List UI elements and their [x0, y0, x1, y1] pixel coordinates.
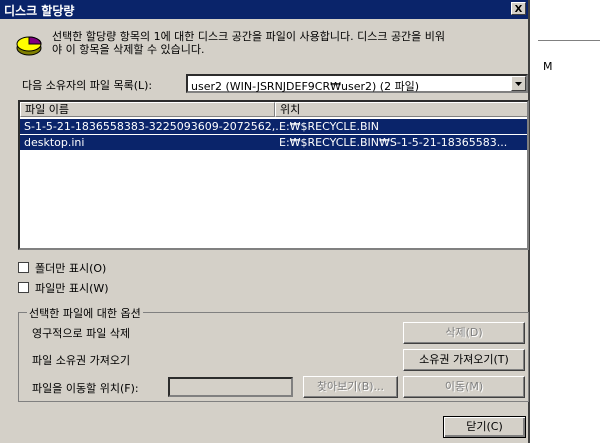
files-only-label: 파일만 표시(W) [35, 282, 109, 295]
column-header-filename[interactable]: 파일 이름 [20, 102, 275, 117]
folders-only-label: 폴더만 표시(O) [35, 262, 107, 275]
disk-quota-dialog: 디스크 할당량 X 선택한 할당량 항목의 1에 대한 디스크 공간을 파일이 … [0, 0, 530, 443]
take-ownership-button[interactable]: 소유권 가져오기(T) [403, 349, 525, 371]
delete-label: 영구적으로 파일 삭제 [32, 327, 131, 340]
dropdown-button[interactable] [511, 76, 526, 91]
table-row[interactable]: S-1-5-21-1836558383-3225093609-2072562,.… [20, 119, 527, 134]
close-window-button[interactable]: X [511, 2, 526, 15]
column-header-location[interactable]: 위치 [275, 102, 527, 117]
group-title: 선택한 파일에 대한 옵션 [27, 305, 143, 321]
delete-button[interactable]: 삭제(D) [403, 322, 525, 344]
owner-label: 다음 소유자의 파일 목록(L): [22, 79, 153, 92]
description-text: 선택한 할당량 항목의 1에 대한 디스크 공간을 파일이 사용합니다. 디스크… [52, 30, 446, 56]
chevron-down-icon [515, 82, 522, 86]
cell-location: E:₩$RECYCLE.BIN₩S-1-5-21-18365583... [279, 136, 508, 149]
file-list[interactable]: 파일 이름 위치 S-1-5-21-1836558383-3225093609-… [18, 100, 529, 250]
close-button[interactable]: 닫기(C) [443, 416, 526, 438]
move-destination-input[interactable] [168, 377, 293, 397]
move-to-label: 파일을 이동할 위치(F): [32, 382, 139, 395]
owner-select[interactable]: user2 (WIN-JSRNJDEF9CR₩user2) (2 파일) [186, 74, 528, 93]
ownership-label: 파일 소유권 가져오기 [32, 354, 131, 367]
list-header: 파일 이름 위치 [20, 102, 527, 117]
table-row[interactable]: desktop.ini E:₩$RECYCLE.BIN₩S-1-5-21-183… [20, 135, 527, 150]
files-only-checkbox[interactable] [18, 282, 29, 293]
cell-location: E:₩$RECYCLE.BIN [279, 120, 380, 133]
title-bar[interactable]: 디스크 할당량 X [0, 0, 528, 19]
owner-select-value: user2 (WIN-JSRNJDEF9CR₩user2) (2 파일) [191, 80, 420, 93]
move-button[interactable]: 이동(M) [403, 376, 525, 398]
background-text: M [543, 60, 553, 73]
disk-quota-icon [16, 36, 42, 56]
close-icon: X [514, 4, 523, 15]
window-title: 디스크 할당량 [4, 4, 75, 18]
background-window [530, 0, 600, 443]
cell-filename: S-1-5-21-1836558383-3225093609-2072562,.… [24, 120, 283, 133]
browse-button[interactable]: 찾아보기(B)... [303, 376, 398, 398]
background-divider [538, 40, 600, 41]
folders-only-checkbox[interactable] [18, 262, 29, 273]
cell-filename: desktop.ini [24, 136, 85, 149]
